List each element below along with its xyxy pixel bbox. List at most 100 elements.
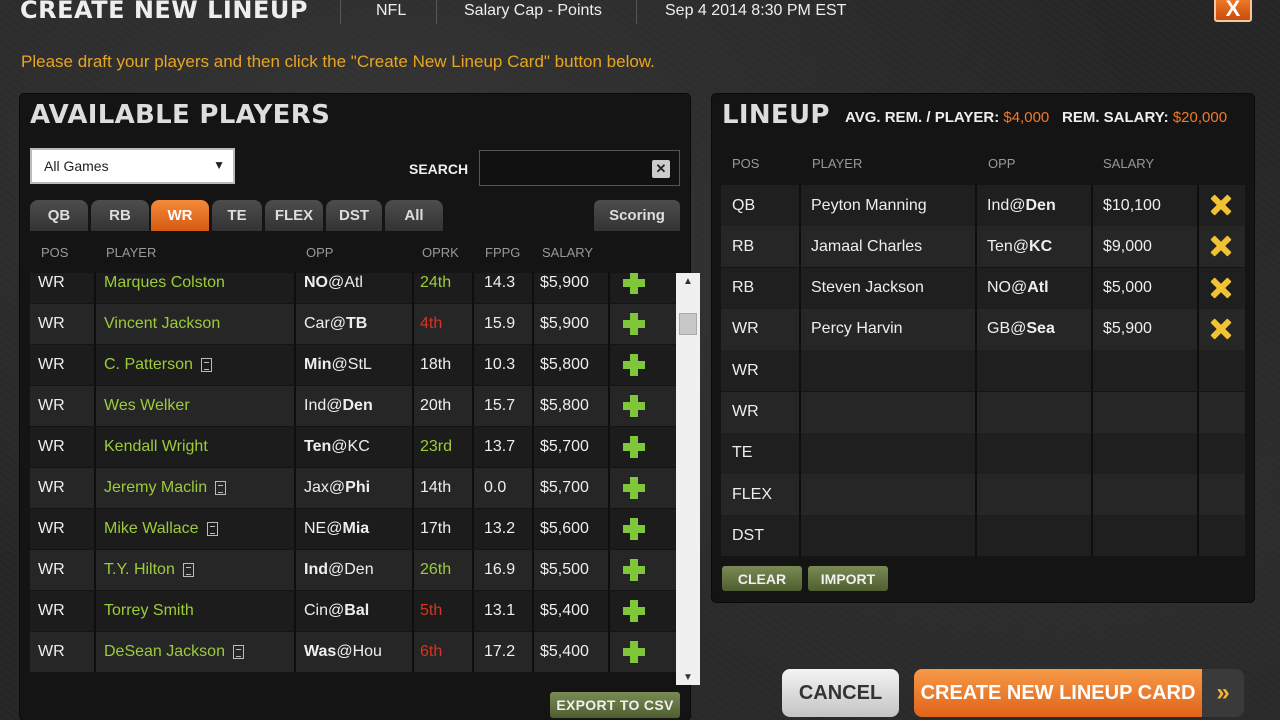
column-divider (975, 474, 977, 516)
export-csv-button[interactable]: EXPORT TO CSV (550, 692, 680, 718)
player-name[interactable]: Mike Wallace (104, 509, 218, 549)
add-player-icon[interactable] (623, 477, 645, 499)
opp-team-away: Min (304, 356, 332, 373)
column-divider (294, 304, 296, 344)
column-header-salary[interactable]: SALARY (542, 245, 593, 260)
player-name[interactable]: Wes Welker (104, 386, 190, 426)
player-news-icon[interactable] (206, 522, 218, 536)
slot-player-name[interactable]: Steven Jackson (811, 268, 924, 309)
scroll-thumb[interactable] (679, 313, 697, 335)
import-lineup-button[interactable]: IMPORT (808, 566, 888, 591)
player-row[interactable]: WR Wes Welker Ind @ Den 20th 15.7 $5,800 (30, 386, 676, 426)
add-player-icon[interactable] (623, 395, 645, 417)
tab-flex[interactable]: FLEX (265, 200, 323, 231)
clear-search-icon[interactable]: ✕ (652, 160, 670, 178)
player-pos: WR (38, 438, 65, 455)
add-player-icon[interactable] (623, 641, 645, 663)
player-row[interactable]: WR Marques Colston NO @ Atl 24th 14.3 $5,900 (30, 273, 676, 303)
add-player-icon[interactable] (623, 518, 645, 540)
cancel-button[interactable]: CANCEL (782, 669, 899, 717)
player-news-icon[interactable] (232, 645, 244, 659)
tab-rb[interactable]: RB (91, 200, 149, 231)
slot-player-name[interactable]: Percy Harvin (811, 309, 903, 350)
add-player-icon[interactable] (623, 559, 645, 581)
add-player-icon[interactable] (623, 354, 645, 376)
add-player-icon[interactable] (623, 273, 645, 294)
player-row[interactable]: WR T.Y. Hilton Ind @ Den 26th 16.9 $5,500 (30, 550, 676, 590)
scroll-down-icon[interactable]: ▼ (676, 669, 700, 685)
player-name[interactable]: DeSean Jackson (104, 632, 244, 672)
player-row[interactable]: WR Jeremy Maclin Jax @ Phi 14th 0.0 $5,700 (30, 468, 676, 508)
close-icon: X (1225, 0, 1241, 21)
player-row[interactable]: WR Kendall Wright Ten @ KC 23rd 13.7 $5,700 (30, 427, 676, 467)
player-name[interactable]: Vincent Jackson (104, 304, 220, 344)
player-name-text: T.Y. Hilton (104, 561, 175, 578)
remove-player-icon[interactable] (1211, 278, 1231, 298)
column-divider (975, 308, 977, 350)
column-divider (1197, 350, 1199, 392)
lineup-slot[interactable]: WR (721, 391, 1245, 433)
remaining-salary-label: REM. SALARY: (1062, 109, 1169, 126)
double-chevron-right-icon[interactable]: » (1202, 669, 1244, 717)
lineup-slot[interactable]: WR Percy Harvin GB @ Sea $5,900 (721, 308, 1245, 350)
lineup-slot[interactable]: FLEX (721, 474, 1245, 516)
player-name[interactable]: Torrey Smith (104, 591, 194, 631)
player-name[interactable]: T.Y. Hilton (104, 550, 194, 590)
player-name[interactable]: C. Patterson (104, 345, 212, 385)
opp-team-away: Ten (304, 438, 332, 455)
player-news-icon[interactable] (182, 563, 194, 577)
column-divider (472, 550, 474, 590)
tab-dst[interactable]: DST (326, 200, 382, 231)
column-divider (799, 391, 801, 433)
tab-wr[interactable]: WR (151, 200, 209, 231)
player-row[interactable]: WR Vincent Jackson Car @ TB 4th 15.9 $5,900 (30, 304, 676, 344)
player-row[interactable]: WR Torrey Smith Cin @ Bal 5th 13.1 $5,400 (30, 591, 676, 631)
column-divider (1197, 432, 1199, 474)
slot-player-name[interactable]: Peyton Manning (811, 185, 927, 226)
remove-player-icon[interactable] (1211, 195, 1231, 215)
add-player-icon[interactable] (623, 436, 645, 458)
close-button[interactable]: X (1214, 0, 1252, 22)
player-news-icon[interactable] (200, 358, 212, 372)
scroll-up-icon[interactable]: ▲ (676, 273, 700, 289)
lineup-slot[interactable]: QB Peyton Manning Ind @ Den $10,100 (721, 185, 1245, 226)
player-list-scrollbar[interactable]: ▲ ▼ (676, 273, 700, 685)
tab-te[interactable]: TE (212, 200, 262, 231)
games-select[interactable]: All Games ▼ (30, 148, 235, 184)
player-name[interactable]: Marques Colston (104, 273, 225, 303)
opp-team-away: Ten (987, 237, 1013, 255)
tab-qb[interactable]: QB (30, 200, 88, 231)
player-name[interactable]: Kendall Wright (104, 427, 208, 467)
column-header-oprk[interactable]: OPRK (422, 245, 459, 260)
column-divider (412, 468, 414, 508)
player-news-icon[interactable] (215, 481, 227, 495)
column-header-fppg[interactable]: FPPG (485, 245, 520, 260)
column-divider (412, 386, 414, 426)
remove-player-icon[interactable] (1211, 319, 1231, 339)
player-name[interactable]: Jeremy Maclin (104, 468, 227, 508)
lineup-slot[interactable]: RB Steven Jackson NO @ Atl $5,000 (721, 267, 1245, 309)
remove-player-icon[interactable] (1211, 236, 1231, 256)
search-input[interactable] (479, 150, 680, 186)
slot-player-name[interactable]: Jamaal Charles (811, 226, 922, 267)
column-header-player[interactable]: PLAYER (106, 245, 156, 260)
player-row[interactable]: WR Mike Wallace NE @ Mia 17th 13.2 $5,600 (30, 509, 676, 549)
column-header-opp[interactable]: OPP (306, 245, 333, 260)
lineup-slot[interactable]: RB Jamaal Charles Ten @ KC $9,000 (721, 226, 1245, 268)
column-divider (94, 509, 96, 549)
clear-lineup-button[interactable]: CLEAR (722, 566, 802, 591)
lineup-slot[interactable]: WR (721, 350, 1245, 392)
column-divider (799, 226, 801, 268)
scoring-button[interactable]: Scoring (594, 200, 680, 231)
add-player-icon[interactable] (623, 600, 645, 622)
player-row[interactable]: WR DeSean Jackson Was @ Hou 6th 17.2 $5,400 (30, 632, 676, 672)
column-header-pos[interactable]: POS (41, 245, 68, 260)
lineup-slot[interactable]: TE (721, 432, 1245, 474)
column-divider (94, 468, 96, 508)
add-player-icon[interactable] (623, 313, 645, 335)
tab-all[interactable]: All (385, 200, 443, 231)
create-lineup-card-button[interactable]: CREATE NEW LINEUP CARD (914, 669, 1202, 717)
slot-pos: WR (732, 403, 759, 420)
player-row[interactable]: WR C. Patterson Min @ StL 18th 10.3 $5,800 (30, 345, 676, 385)
lineup-slot[interactable]: DST (721, 515, 1245, 557)
